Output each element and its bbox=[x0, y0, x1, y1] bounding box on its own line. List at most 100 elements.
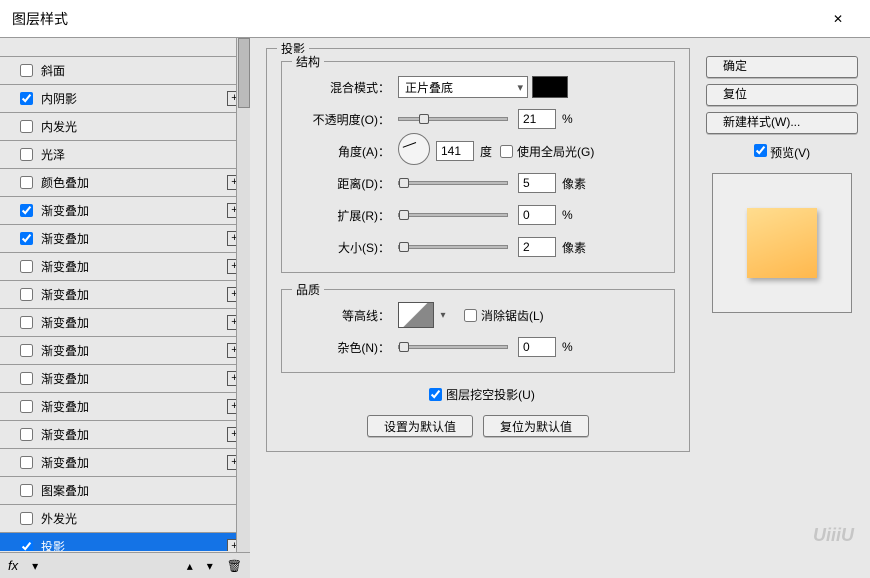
distance-slider[interactable] bbox=[398, 181, 508, 185]
slider-knob[interactable] bbox=[399, 242, 409, 252]
blend-mode-select[interactable]: 正片叠底 bbox=[398, 76, 528, 98]
opacity-field: 不透明度(O)： 21 % bbox=[296, 108, 660, 130]
style-checkbox[interactable] bbox=[20, 456, 33, 469]
quality-subgroup: 品质 等高线： ▾ 消除锯齿(L) 杂色(N)： 0 % bbox=[281, 289, 675, 373]
style-row[interactable]: 投影+ bbox=[0, 533, 250, 551]
trash-icon[interactable]: 🗑 bbox=[227, 559, 242, 573]
style-checkbox[interactable] bbox=[20, 400, 33, 413]
style-row[interactable]: 渐变叠加+ bbox=[0, 337, 250, 365]
style-label: 内发光 bbox=[41, 118, 77, 135]
style-row[interactable]: 内发光 bbox=[0, 113, 250, 141]
distance-input[interactable]: 5 bbox=[518, 173, 556, 193]
style-row[interactable]: 渐变叠加+ bbox=[0, 253, 250, 281]
style-checkbox[interactable] bbox=[20, 64, 33, 77]
style-checkbox[interactable] bbox=[20, 288, 33, 301]
style-label: 内阴影 bbox=[41, 90, 77, 107]
style-row[interactable]: 颜色叠加+ bbox=[0, 169, 250, 197]
watermark: UiiiU bbox=[813, 525, 854, 546]
style-label: 光泽 bbox=[41, 146, 65, 163]
slider-knob[interactable] bbox=[399, 178, 409, 188]
angle-field: 角度(A)： 141 度 使用全局光(G) bbox=[296, 140, 660, 162]
structure-subgroup: 结构 混合模式： 正片叠底 不透明度(O)： 21 % 角度(A)： 141 bbox=[281, 61, 675, 273]
style-row[interactable]: 内阴影+ bbox=[0, 85, 250, 113]
size-slider[interactable] bbox=[398, 245, 508, 249]
style-checkbox[interactable] bbox=[20, 484, 33, 497]
style-row[interactable]: 图案叠加 bbox=[0, 477, 250, 505]
distance-unit: 像素 bbox=[562, 175, 586, 192]
noise-input[interactable]: 0 bbox=[518, 337, 556, 357]
style-checkbox[interactable] bbox=[20, 92, 33, 105]
style-row[interactable]: 斜面 bbox=[0, 57, 250, 85]
style-label: 渐变叠加 bbox=[41, 286, 89, 303]
style-row[interactable]: 外发光 bbox=[0, 505, 250, 533]
new-style-button[interactable]: 新建样式(W)... bbox=[706, 112, 858, 134]
style-row[interactable]: 渐变叠加+ bbox=[0, 393, 250, 421]
angle-input[interactable]: 141 bbox=[436, 141, 474, 161]
angle-unit: 度 bbox=[480, 143, 492, 160]
angle-dial[interactable] bbox=[398, 133, 430, 165]
style-row[interactable]: 渐变叠加+ bbox=[0, 365, 250, 393]
style-checkbox[interactable] bbox=[20, 540, 33, 551]
settings-panel: 投影 结构 混合模式： 正片叠底 不透明度(O)： 21 % 角度(A)： bbox=[250, 38, 706, 578]
style-label: 渐变叠加 bbox=[41, 258, 89, 275]
style-row[interactable]: 渐变叠加+ bbox=[0, 421, 250, 449]
spread-input[interactable]: 0 bbox=[518, 205, 556, 225]
make-default-button[interactable]: 设置为默认值 bbox=[367, 415, 473, 437]
sidebar-scrollbar[interactable] bbox=[236, 38, 250, 552]
style-row[interactable]: 渐变叠加+ bbox=[0, 225, 250, 253]
style-label: 渐变叠加 bbox=[41, 454, 89, 471]
slider-knob[interactable] bbox=[419, 114, 429, 124]
slider-knob[interactable] bbox=[399, 210, 409, 220]
fx-up-icon[interactable]: ▴ bbox=[187, 559, 193, 573]
chevron-down-icon[interactable]: ▾ bbox=[438, 310, 448, 321]
preview-swatch bbox=[747, 208, 817, 278]
style-label: 渐变叠加 bbox=[41, 370, 89, 387]
fx-down-icon[interactable]: ▾ bbox=[207, 559, 213, 573]
ok-button[interactable]: 确定 bbox=[706, 56, 858, 78]
cancel-button[interactable]: 复位 bbox=[706, 84, 858, 106]
fx-bar: fx ▾ ▴ ▾ 🗑 bbox=[0, 552, 250, 578]
style-checkbox[interactable] bbox=[20, 260, 33, 273]
shadow-color-swatch[interactable] bbox=[532, 76, 568, 98]
opacity-input[interactable]: 21 bbox=[518, 109, 556, 129]
preview-checkbox[interactable] bbox=[754, 144, 767, 157]
style-row[interactable]: 光泽 bbox=[0, 141, 250, 169]
style-row[interactable]: 渐变叠加+ bbox=[0, 309, 250, 337]
antialias-checkbox[interactable] bbox=[464, 309, 477, 322]
spread-unit: % bbox=[562, 208, 573, 222]
window-title: 图层样式 bbox=[12, 9, 68, 29]
size-input[interactable]: 2 bbox=[518, 237, 556, 257]
style-checkbox[interactable] bbox=[20, 204, 33, 217]
knockout-field: 图层挖空投影(U) bbox=[281, 383, 675, 405]
contour-field: 等高线： ▾ 消除锯齿(L) bbox=[296, 304, 660, 326]
distance-label: 距离(D)： bbox=[296, 175, 390, 192]
reset-default-button[interactable]: 复位为默认值 bbox=[483, 415, 589, 437]
blend-mode-label: 混合模式： bbox=[296, 79, 390, 96]
style-checkbox[interactable] bbox=[20, 176, 33, 189]
scrollbar-thumb[interactable] bbox=[238, 38, 250, 108]
style-checkbox[interactable] bbox=[20, 148, 33, 161]
noise-slider[interactable] bbox=[398, 345, 508, 349]
size-unit: 像素 bbox=[562, 239, 586, 256]
style-checkbox[interactable] bbox=[20, 512, 33, 525]
style-checkbox[interactable] bbox=[20, 120, 33, 133]
global-light-checkbox[interactable] bbox=[500, 145, 513, 158]
knockout-checkbox[interactable] bbox=[429, 388, 442, 401]
style-label: 渐变叠加 bbox=[41, 202, 89, 219]
contour-picker[interactable] bbox=[398, 302, 434, 328]
style-checkbox[interactable] bbox=[20, 344, 33, 357]
close-button[interactable]: ✕ bbox=[818, 0, 858, 38]
fx-dropdown-icon[interactable]: ▾ bbox=[32, 559, 38, 573]
slider-knob[interactable] bbox=[399, 342, 409, 352]
style-row[interactable]: 渐变叠加+ bbox=[0, 197, 250, 225]
opacity-slider[interactable] bbox=[398, 117, 508, 121]
style-row[interactable]: 渐变叠加+ bbox=[0, 449, 250, 477]
style-checkbox[interactable] bbox=[20, 372, 33, 385]
style-checkbox[interactable] bbox=[20, 316, 33, 329]
style-row[interactable]: 渐变叠加+ bbox=[0, 281, 250, 309]
style-checkbox[interactable] bbox=[20, 232, 33, 245]
style-checkbox[interactable] bbox=[20, 428, 33, 441]
spread-slider[interactable] bbox=[398, 213, 508, 217]
preview-label: 预览(V) bbox=[770, 146, 810, 160]
distance-field: 距离(D)： 5 像素 bbox=[296, 172, 660, 194]
